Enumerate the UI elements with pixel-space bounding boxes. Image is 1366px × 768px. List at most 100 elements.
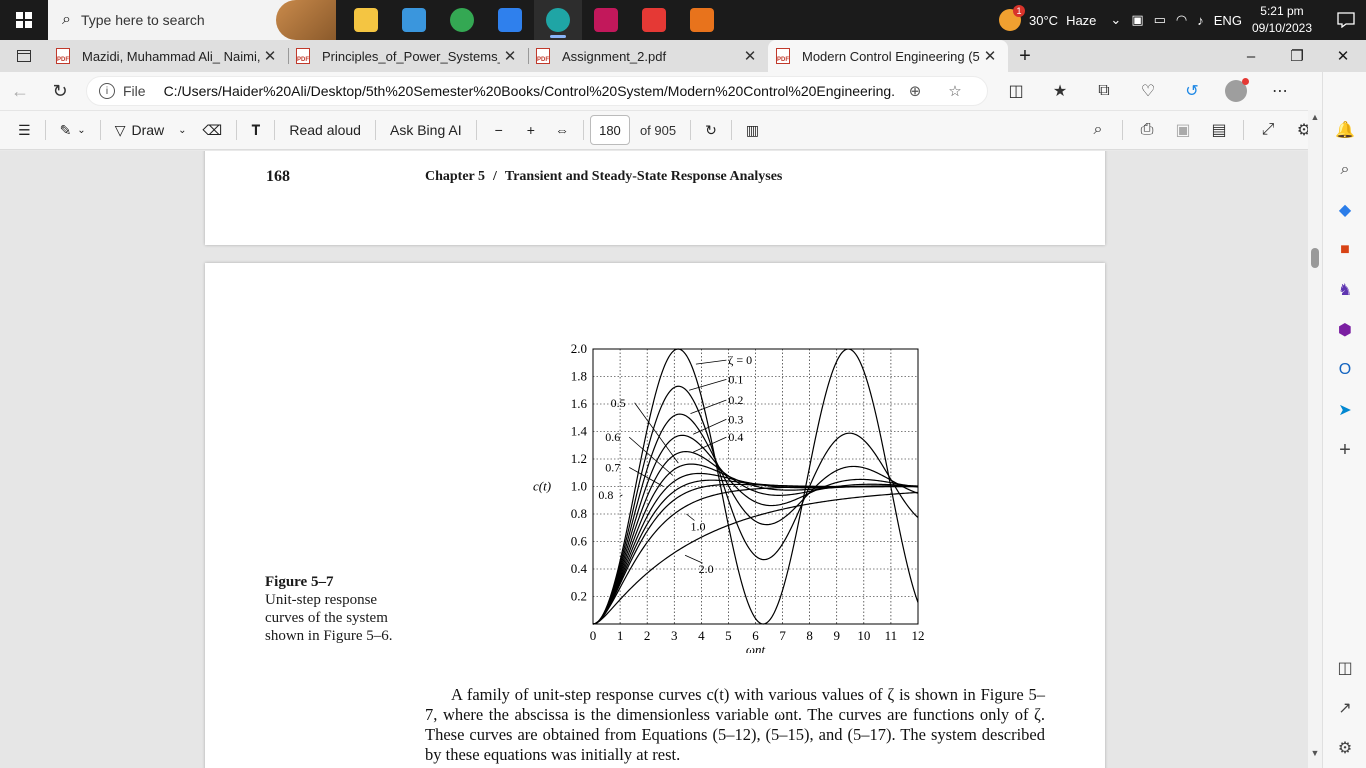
taskbar-app-matlab[interactable] — [678, 0, 726, 40]
print-icon[interactable]: ⎙ — [1129, 110, 1165, 150]
browser-tab[interactable]: PDF Modern Control Engineering (5th ✕ — [768, 40, 1008, 72]
new-tab-button[interactable]: + — [1008, 40, 1042, 72]
taskbar-app-mail[interactable] — [486, 0, 534, 40]
series-leader-line — [689, 378, 727, 391]
refresh-button[interactable]: ↻ — [40, 74, 80, 108]
vertical-scrollbar[interactable]: ▲ ▼ — [1308, 110, 1322, 768]
y-axis-label: c(t) — [533, 479, 551, 494]
edge-sidebar: 🔔 ⌕ ◆ ■ ♞ ⬢ O ➤ + ◫ ↗ ⚙ — [1322, 72, 1366, 768]
taskbar-app-file-explorer[interactable] — [342, 0, 390, 40]
zoom-out-icon[interactable]: − — [483, 110, 515, 150]
tab-actions-icon[interactable] — [0, 40, 48, 72]
close-tab-icon[interactable]: ✕ — [740, 47, 760, 65]
address-bar[interactable]: i File C:/Users/Haider%20Ali/Desktop/5th… — [86, 76, 988, 106]
highlight-icon[interactable]: ✎ ⌄ — [52, 110, 94, 150]
favorites-icon[interactable]: ★ — [1038, 80, 1082, 102]
volume-icon[interactable]: ♪ — [1197, 13, 1204, 28]
scroll-down-arrow[interactable]: ▼ — [1308, 746, 1322, 760]
browser-tab[interactable]: PDF Mazidi, Muhammad Ali_ Naimi, S ✕ — [48, 40, 288, 72]
zoom-icon[interactable]: ⊕ — [895, 82, 935, 100]
edge-icon — [546, 8, 570, 32]
windows-start-icon[interactable] — [0, 0, 48, 40]
clock[interactable]: 5:21 pm 09/10/2023 — [1252, 3, 1312, 37]
close-tab-icon[interactable]: ✕ — [260, 47, 280, 65]
ask-bing-button[interactable]: Ask Bing AI — [382, 110, 470, 150]
shopping-tag-icon[interactable]: ◆ — [1323, 190, 1366, 230]
close-tab-icon[interactable]: ✕ — [980, 47, 1000, 65]
meet-now-icon[interactable]: ▣ — [1131, 12, 1143, 28]
scroll-up-arrow[interactable]: ▲ — [1308, 110, 1322, 124]
taskbar-app-bag-app[interactable] — [630, 0, 678, 40]
matlab-icon — [690, 8, 714, 32]
series-leader-line — [695, 359, 727, 365]
profile-avatar[interactable] — [1214, 78, 1258, 102]
notification-icon[interactable] — [1326, 12, 1366, 28]
split-screen-icon[interactable]: ◫ — [994, 80, 1038, 102]
taskbar-apps — [342, 0, 726, 40]
tab-title: Modern Control Engineering (5th — [802, 48, 980, 64]
minimize-button[interactable]: – — [1228, 40, 1274, 72]
pdf-page-168: 168 Chapter 5 / Transient and Steady-State… — [205, 151, 1105, 245]
browser-tab[interactable]: PDF Principles_of_Power_Systems_V_K✕ — [288, 40, 528, 72]
games-icon[interactable]: ♞ — [1323, 270, 1366, 310]
notifications-bell-icon[interactable]: 🔔 — [1323, 110, 1366, 150]
y-tick-label: 0.6 — [571, 534, 588, 549]
x-tick-label: 1 — [617, 628, 624, 643]
sidebar-search-icon[interactable]: ⌕ — [1323, 150, 1366, 190]
chevron-down-icon[interactable]: ⌄ — [178, 125, 186, 136]
back-button[interactable]: ← — [0, 74, 40, 108]
contents-icon[interactable]: ☰ — [0, 110, 39, 150]
taskbar-app-wps-office[interactable] — [582, 0, 630, 40]
taskbar-app-chrome[interactable] — [438, 0, 486, 40]
tools-briefcase-icon[interactable]: ■ — [1323, 230, 1366, 270]
browser-essentials-icon[interactable]: ♡ — [1126, 80, 1170, 102]
send-icon[interactable]: ➤ — [1323, 390, 1366, 430]
x-tick-label: 12 — [912, 628, 925, 643]
wifi-icon[interactable]: ◠ — [1176, 12, 1187, 28]
save-icon[interactable]: ▣ — [1165, 110, 1201, 150]
outlook-icon[interactable]: O — [1323, 350, 1366, 390]
page-number-input[interactable] — [589, 115, 630, 145]
taskbar-search-box[interactable]: ⌕ Type here to search — [48, 0, 336, 40]
weather-widget[interactable]: 1 30°C Haze — [999, 5, 1096, 31]
favorite-star-icon[interactable]: ☆ — [935, 82, 975, 100]
close-tab-icon[interactable]: ✕ — [500, 47, 520, 65]
edge-refresh-icon[interactable]: ↺ — [1170, 80, 1214, 102]
add-text-icon[interactable]: 𝐓 — [243, 110, 268, 150]
sidebar-layout-icon[interactable]: ◫ — [1323, 648, 1366, 688]
browser-toolbar-icons: ◫ ★ ⧉ ♡ ↺ ⋯ — [994, 78, 1302, 102]
collections-icon[interactable]: ⧉ — [1082, 80, 1126, 102]
y-tick-label: 1.6 — [571, 396, 588, 411]
erase-icon[interactable]: ⌫ — [195, 110, 231, 150]
save-as-icon[interactable]: ▤ — [1201, 110, 1237, 150]
info-icon: i — [99, 83, 115, 99]
chevron-up-icon[interactable]: ⌄ — [1110, 12, 1121, 28]
restore-button[interactable]: ❐ — [1274, 40, 1320, 72]
read-aloud-button[interactable]: Read aloud — [281, 110, 369, 150]
add-sidebar-app-icon[interactable]: + — [1323, 430, 1366, 470]
site-info[interactable]: i File — [99, 83, 146, 99]
fullscreen-icon[interactable]: ⤢ — [1250, 110, 1286, 150]
battery-icon[interactable]: ▭ — [1154, 12, 1166, 28]
find-icon[interactable]: ⌕ — [1080, 110, 1116, 150]
taskbar-app-microsoft-store[interactable] — [390, 0, 438, 40]
page-view-icon[interactable]: ▥ — [738, 110, 767, 150]
y-tick-label: 0.4 — [571, 561, 588, 576]
close-window-button[interactable]: ✕ — [1320, 40, 1366, 72]
taskbar-app-edge[interactable] — [534, 0, 582, 40]
language-indicator[interactable]: ENG — [1214, 13, 1242, 28]
sidebar-settings-icon[interactable]: ⚙ — [1323, 728, 1366, 768]
scroll-thumb[interactable] — [1311, 248, 1319, 268]
rotate-icon[interactable]: ↻ — [697, 110, 725, 150]
more-menu-icon[interactable]: ⋯ — [1258, 80, 1302, 102]
open-external-icon[interactable]: ↗ — [1323, 688, 1366, 728]
body-paragraph-text: A family of unit-step response curves c(… — [425, 685, 1045, 764]
fit-width-icon[interactable]: ⇔ — [547, 110, 577, 150]
browser-tab[interactable]: PDF Assignment_2.pdf ✕ — [528, 40, 768, 72]
tab-title: Assignment_2.pdf — [562, 48, 667, 64]
microsoft-365-icon[interactable]: ⬢ — [1323, 310, 1366, 350]
zoom-in-icon[interactable]: + — [515, 110, 547, 150]
draw-button[interactable]: ▽ Draw ⌄ — [107, 110, 195, 150]
clock-date: 09/10/2023 — [1251, 21, 1312, 35]
windows-taskbar: ⌕ Type here to search 1 30°C Haze ⌄ ▣ ▭ … — [0, 0, 1366, 40]
